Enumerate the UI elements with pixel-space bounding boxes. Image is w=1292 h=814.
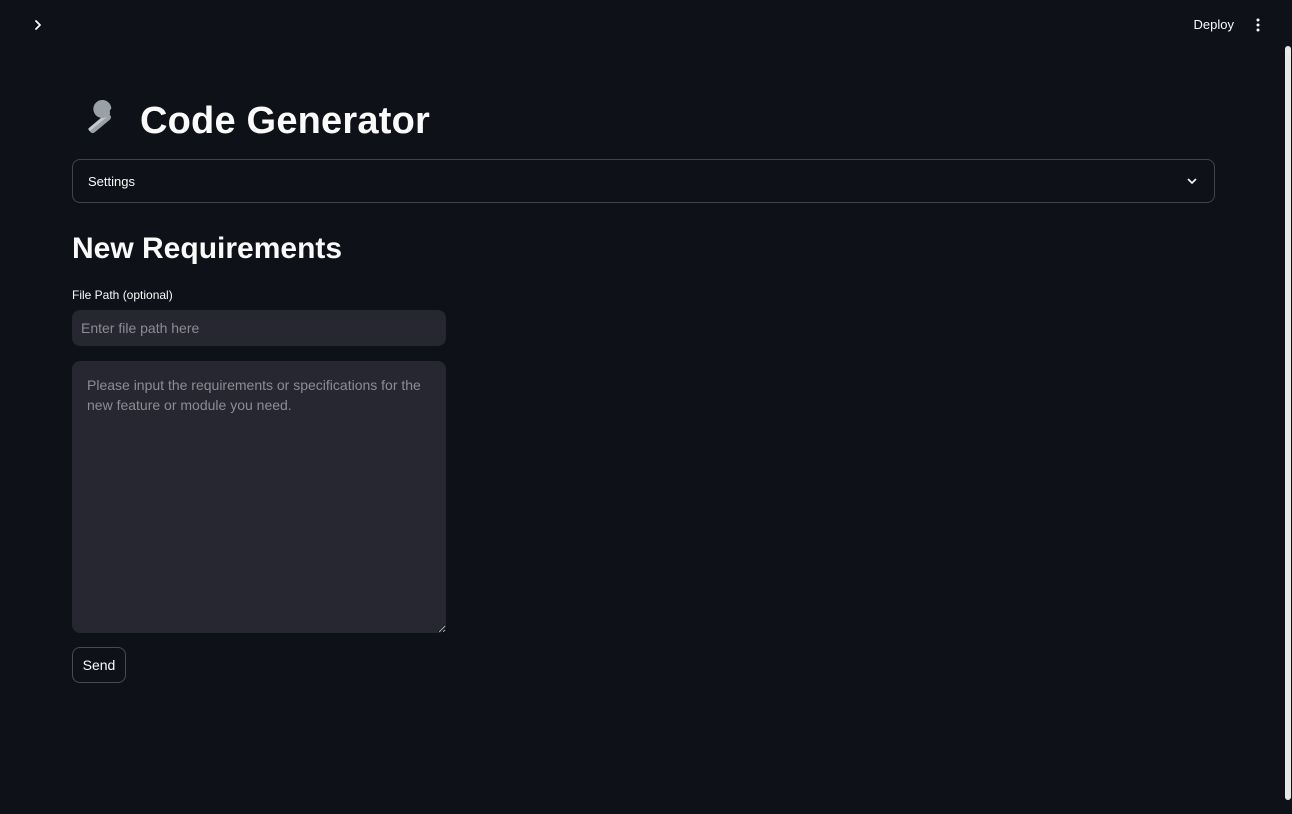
main-menu-button[interactable] <box>1248 14 1268 36</box>
vertical-ellipsis-icon <box>1256 18 1260 32</box>
requirements-textarea[interactable] <box>72 361 446 633</box>
settings-expander[interactable]: Settings <box>72 159 1215 203</box>
chevron-down-icon <box>1187 178 1197 184</box>
app-root: Deploy Code Generator Settings New Requi… <box>0 0 1292 814</box>
send-button[interactable]: Send <box>72 647 126 683</box>
page-title-row: Code Generator <box>72 96 1215 146</box>
sidebar-expand-button[interactable] <box>28 15 48 35</box>
scrollbar-thumb[interactable] <box>1285 46 1291 800</box>
file-path-input[interactable] <box>72 310 446 346</box>
section-heading: New Requirements <box>72 232 343 265</box>
page-title: Code Generator <box>140 99 430 142</box>
settings-expander-label: Settings <box>88 173 135 189</box>
main-content: Code Generator Settings New Requirements… <box>72 96 1215 683</box>
scrollbar[interactable] <box>1284 0 1292 814</box>
chevron-right-icon <box>35 20 41 30</box>
file-path-label: File Path (optional) <box>72 288 173 302</box>
wrench-icon <box>88 99 121 134</box>
header-bar: Deploy <box>0 0 1292 50</box>
deploy-button[interactable]: Deploy <box>1194 16 1234 34</box>
